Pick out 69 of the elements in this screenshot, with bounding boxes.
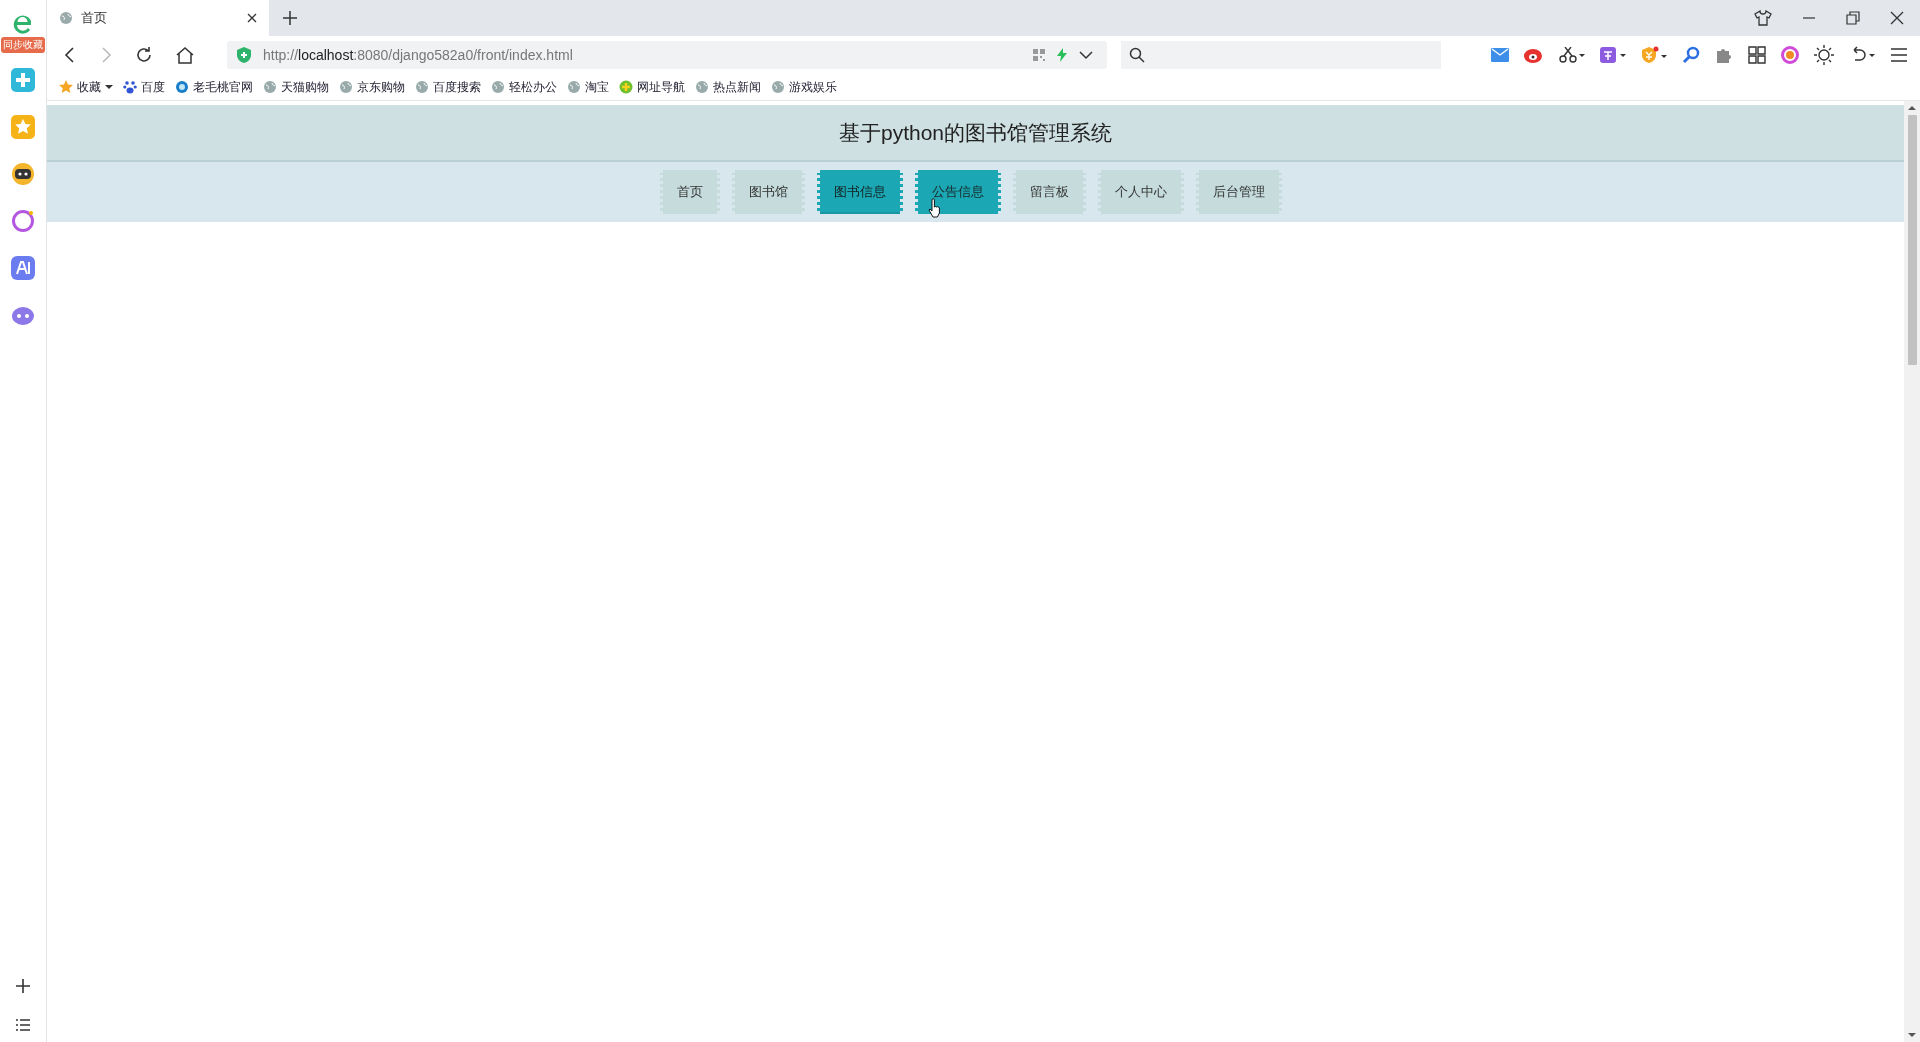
search-field[interactable]: [1121, 41, 1441, 69]
bookmark-item[interactable]: 百度: [123, 79, 165, 95]
globe-icon: [263, 80, 277, 94]
back-icon[interactable]: [63, 47, 77, 63]
nav-tab[interactable]: 首页: [659, 170, 720, 214]
site-title: 基于python的图书馆管理系统: [838, 119, 1113, 146]
bookmark-item[interactable]: 游戏娱乐: [771, 79, 837, 95]
globe-icon: [771, 80, 785, 94]
caret-icon: [105, 84, 113, 90]
list-icon[interactable]: [15, 1018, 31, 1032]
tab-title: 首页: [81, 9, 108, 27]
globe-icon: [415, 80, 429, 94]
brightness-icon[interactable]: [1814, 45, 1834, 65]
scrollbar[interactable]: [1904, 101, 1920, 1042]
star-icon: [59, 80, 73, 94]
home-icon[interactable]: [175, 46, 195, 64]
globe-icon: [339, 80, 353, 94]
magnifier-icon[interactable]: [1682, 46, 1700, 64]
mail-icon[interactable]: [1491, 48, 1509, 62]
scroll-thumb[interactable]: [1907, 115, 1917, 365]
nav-tab[interactable]: 图书信息: [816, 170, 903, 214]
ring-logo-icon: [175, 80, 189, 94]
ai-ring-icon[interactable]: [1781, 46, 1799, 64]
bookmark-item[interactable]: 京东购物: [339, 79, 405, 95]
close-tab-icon[interactable]: [247, 13, 257, 23]
globe-icon: [491, 80, 505, 94]
globe-icon: [59, 11, 73, 25]
plus-circle-icon: [619, 80, 633, 94]
shield-icon: [237, 47, 251, 63]
bookmark-item[interactable]: 热点新闻: [695, 79, 761, 95]
nav-tab[interactable]: 留言板: [1012, 170, 1086, 214]
nav-tab[interactable]: 后台管理: [1195, 170, 1282, 214]
bookmark-item[interactable]: 轻松办公: [491, 79, 557, 95]
shield-coin-icon[interactable]: [1641, 46, 1667, 64]
restore-icon[interactable]: [1846, 11, 1860, 25]
ai-app-icon[interactable]: [11, 256, 35, 280]
ai-ring-icon[interactable]: [11, 209, 35, 233]
grid-icon[interactable]: [1748, 46, 1766, 64]
globe-icon: [567, 80, 581, 94]
chevron-down-icon[interactable]: [1079, 50, 1093, 60]
nav-tab[interactable]: 图书馆: [731, 170, 805, 214]
eye-logo-icon[interactable]: [1524, 47, 1544, 63]
paw-icon: [123, 80, 137, 94]
menu-icon[interactable]: [1890, 47, 1908, 63]
scroll-down-icon[interactable]: [1908, 1032, 1916, 1038]
url-text: http://localhost:8080/django582a0/front/index.html: [263, 47, 573, 63]
puzzle-icon[interactable]: [1715, 46, 1733, 64]
bookmark-item[interactable]: 收藏: [59, 79, 113, 95]
robot-app-icon[interactable]: [11, 162, 35, 186]
reload-icon[interactable]: [135, 46, 153, 64]
hand-cursor-icon: [927, 198, 942, 218]
globe-icon: [695, 80, 709, 94]
bookmark-item[interactable]: 天猫购物: [263, 79, 329, 95]
shirt-icon[interactable]: [1754, 10, 1772, 26]
new-tab-icon[interactable]: [283, 11, 297, 25]
address-bar[interactable]: http://localhost:8080/django582a0/front/index.html: [227, 41, 1107, 69]
qr-code-icon[interactable]: [1033, 49, 1045, 61]
star-app-icon[interactable]: [11, 115, 35, 139]
nav-tab[interactable]: 个人中心: [1097, 170, 1184, 214]
bookmark-item[interactable]: 老毛桃官网: [175, 79, 253, 95]
search-icon: [1129, 47, 1145, 63]
add-icon[interactable]: [14, 977, 32, 995]
browser-tab[interactable]: 首页: [47, 0, 269, 36]
close-icon[interactable]: [1890, 11, 1904, 25]
bookmark-item[interactable]: 淘宝: [567, 79, 609, 95]
bookmark-item[interactable]: 百度搜索: [415, 79, 481, 95]
scroll-up-icon[interactable]: [1908, 105, 1916, 111]
bookmark-item[interactable]: 网址导航: [619, 79, 685, 95]
scissors-icon[interactable]: [1559, 47, 1585, 63]
